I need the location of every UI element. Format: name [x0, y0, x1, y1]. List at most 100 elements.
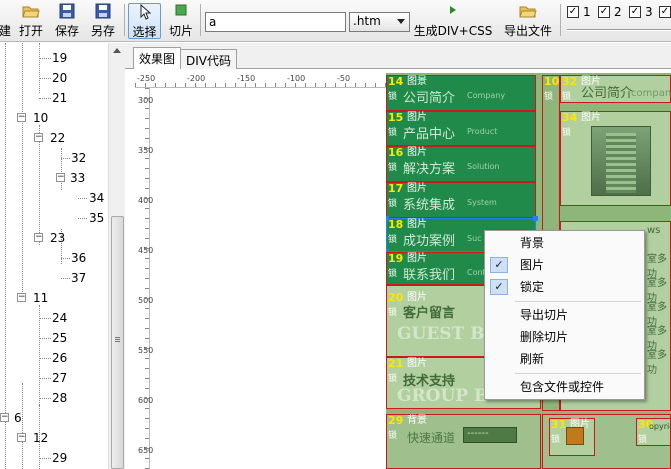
filename-input[interactable]	[205, 12, 346, 32]
slice-text: 解决方案	[403, 162, 456, 177]
resize-handle[interactable]	[533, 216, 538, 221]
extension-select[interactable]: .htm	[349, 12, 410, 32]
ruler-label: -50	[337, 74, 351, 83]
tree-node[interactable]: 26	[52, 351, 67, 365]
quick-access-dropdown[interactable]: ------	[463, 427, 517, 443]
lock-label: 锁	[562, 92, 572, 102]
slider-track[interactable]	[567, 29, 671, 31]
export-file-button[interactable]: 导出文件	[500, 3, 556, 39]
check-icon: ✓	[629, 6, 641, 18]
scrollbar-thumb[interactable]	[111, 216, 124, 469]
tree-node[interactable]: 27	[52, 371, 67, 385]
tree-node[interactable]: 33	[70, 171, 85, 185]
generate-div-css-button[interactable]: 生成DIV+CSS	[413, 3, 493, 39]
folder-open-icon	[15, 3, 47, 20]
save-button[interactable]: 保存	[51, 3, 83, 39]
menu-item-export-slice[interactable]: 导出切片	[485, 305, 644, 325]
menu-separator	[515, 373, 641, 374]
tree-collapse-icon[interactable]: −	[17, 433, 26, 442]
new-button[interactable]: 建	[0, 3, 12, 39]
tree-node[interactable]: 20	[52, 71, 67, 85]
lock-label: 锁	[388, 269, 398, 279]
slice-17[interactable]: 17 图片 锁 系统集成 System	[386, 182, 536, 218]
tree-node[interactable]: 10	[33, 111, 48, 125]
tab-preview[interactable]: 效果图	[133, 47, 182, 69]
tree-node[interactable]: 19	[52, 51, 67, 65]
tree-collapse-icon[interactable]: −	[0, 413, 9, 422]
slice-30[interactable]: 30 锁 opyrigh	[636, 418, 671, 446]
tree-node[interactable]: 24	[52, 311, 67, 325]
tree-node[interactable]: 36	[71, 251, 86, 265]
menu-item-label: 背景	[520, 236, 545, 250]
checkbox-4[interactable]: ✓4	[659, 5, 671, 19]
menu-item-delete-slice[interactable]: 删除切片	[485, 327, 644, 347]
tree-node[interactable]: 6	[14, 411, 22, 425]
lock-label: 锁	[388, 163, 398, 173]
menu-item-label: 锁定	[520, 280, 545, 294]
slice-subtext: GROUP B	[397, 386, 489, 406]
tree-collapse-icon[interactable]: −	[17, 293, 26, 302]
slice-tree: − − − − − − − 19 20 21 10 22 32 33 34 35…	[0, 43, 108, 469]
tree-node[interactable]: 32	[71, 151, 86, 165]
checkbox-1[interactable]: ✓ 1	[567, 5, 591, 19]
menu-item-refresh[interactable]: 刷新	[485, 349, 644, 369]
menu-item-include-file[interactable]: 包含文件或控件	[485, 377, 644, 397]
select-tool-button[interactable]: 选择	[128, 3, 161, 39]
lock-label: 锁	[388, 374, 398, 384]
tree-node[interactable]: 22	[50, 131, 65, 145]
ruler-label: -200	[187, 74, 206, 83]
menu-item-image[interactable]: ✓ 图片	[485, 255, 644, 275]
tree-node[interactable]: 25	[52, 331, 67, 345]
open-button[interactable]: 打开	[15, 3, 47, 39]
save-as-button[interactable]: 另存	[87, 3, 119, 39]
slice-subtext: Product	[467, 127, 498, 136]
slice-16[interactable]: 16 图片 锁 解决方案 Solution	[386, 146, 536, 182]
tree-node[interactable]: 29	[52, 451, 67, 465]
tree-node[interactable]: 35	[89, 211, 104, 225]
tree-collapse-icon[interactable]: −	[17, 113, 26, 122]
save-icon	[51, 3, 83, 20]
slice-tool-button[interactable]: 切片	[166, 3, 196, 39]
save-as-label: 另存	[90, 24, 115, 38]
slice-14[interactable]: 14 图景 锁 公司简介 Company	[386, 75, 536, 111]
tree-scrollbar[interactable]	[108, 43, 125, 469]
slice-31[interactable]: 31 图片 锁	[549, 418, 595, 456]
tab-div-code[interactable]: DIV代码	[180, 49, 237, 69]
checkbox-3[interactable]: ✓ 3	[629, 5, 653, 19]
slice-id: 15	[388, 111, 404, 124]
resize-handle[interactable]	[386, 216, 389, 221]
slice-text: 产品中心	[403, 127, 456, 142]
lock-label: 锁	[388, 199, 398, 209]
slice-34[interactable]: 34 图片 锁	[560, 111, 671, 206]
select-label: 选择	[132, 25, 157, 39]
slice-id: 10	[544, 75, 560, 88]
scroll-up-icon[interactable]	[113, 48, 121, 53]
checkbox-label: 3	[645, 5, 653, 19]
menu-item-lock[interactable]: ✓ 锁定	[485, 277, 644, 297]
lock-label: 锁	[551, 435, 561, 445]
slice-15[interactable]: 15 图片 锁 产品中心 Product	[386, 111, 536, 146]
tree-node[interactable]: 11	[33, 291, 48, 305]
tree-node[interactable]: 28	[52, 391, 67, 405]
slice-29[interactable]: 29 背景 锁 快速通道 ------	[386, 414, 541, 469]
tree-node[interactable]: 34	[89, 191, 104, 205]
menu-item-label: 包含文件或控件	[520, 380, 605, 394]
slice-id: 34	[562, 111, 578, 124]
tree-collapse-icon[interactable]: −	[34, 233, 43, 242]
tree-collapse-icon[interactable]: −	[56, 173, 65, 182]
tree-node[interactable]: 37	[71, 271, 86, 285]
menu-item-label: 刷新	[520, 352, 545, 366]
slice-32[interactable]: 32 图片 锁 公司简介 compan	[560, 75, 671, 103]
tree-node[interactable]: 21	[52, 91, 67, 105]
tree-node[interactable]: 23	[50, 231, 65, 245]
tree-node[interactable]: 12	[33, 431, 48, 445]
vertical-ruler: 300 350 400 450 500 550 600 650	[135, 88, 153, 469]
tree-collapse-icon[interactable]: −	[34, 133, 43, 142]
generate-label: 生成DIV+CSS	[413, 24, 493, 38]
slice-type: 背景	[407, 415, 427, 426]
menu-item-background[interactable]: 背景	[485, 233, 644, 253]
logo-icon	[566, 427, 584, 445]
ruler-label: -100	[287, 74, 306, 83]
slice-label: 切片	[168, 24, 193, 38]
checkbox-2[interactable]: ✓ 2	[598, 5, 622, 19]
